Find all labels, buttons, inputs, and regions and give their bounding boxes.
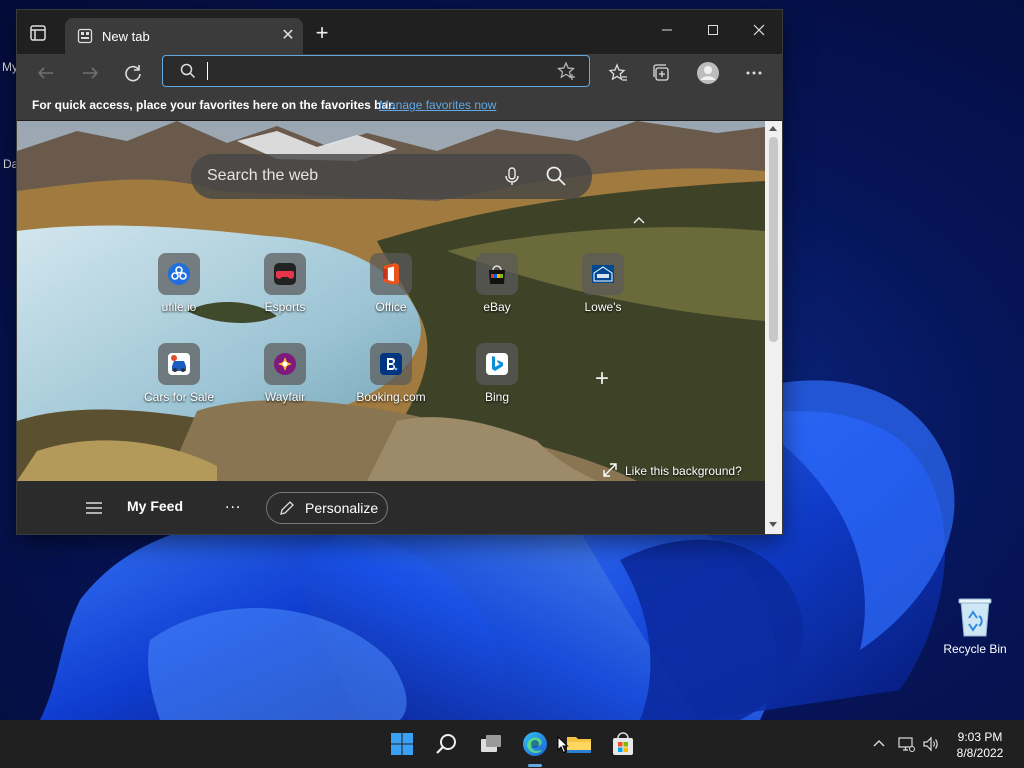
forward-button[interactable] — [77, 60, 103, 86]
title-bar: New tab ✕ + — [17, 10, 782, 54]
web-search-box[interactable]: Search the web — [191, 154, 592, 199]
search-icon — [179, 62, 197, 85]
add-site-plus-icon[interactable]: + — [591, 367, 613, 391]
tab-title: New tab — [102, 29, 150, 44]
wayfair-icon — [264, 343, 306, 385]
new-tab-page: Search the web ufile.io Esports Office e… — [17, 121, 765, 534]
profile-avatar[interactable] — [695, 60, 721, 86]
address-bar[interactable] — [162, 55, 590, 87]
quick-link-label: Cars for Sale — [143, 390, 215, 404]
settings-more-button[interactable] — [741, 60, 767, 86]
taskbar: 9:03 PM 8/8/2022 — [0, 720, 1024, 768]
mouse-cursor-icon — [557, 735, 569, 754]
search-icon[interactable] — [433, 730, 461, 758]
minimize-button[interactable] — [657, 22, 677, 42]
scroll-up-arrow-icon[interactable] — [769, 126, 777, 131]
ebay-icon — [476, 253, 518, 295]
favorites-bar-message: For quick access, place your favorites h… — [32, 98, 396, 112]
start-windows-icon[interactable] — [388, 730, 416, 758]
menu-hamburger-icon[interactable] — [85, 501, 103, 515]
new-tab-button[interactable]: + — [312, 22, 332, 44]
collections-button[interactable] — [649, 60, 675, 86]
cars-icon — [158, 343, 200, 385]
clock-date: 8/8/2022 — [956, 746, 1004, 760]
pencil-icon — [279, 500, 295, 516]
office-icon — [370, 253, 412, 295]
text-cursor — [207, 62, 208, 80]
scrollbar-thumb[interactable] — [769, 137, 778, 342]
favorites-button[interactable] — [605, 60, 631, 86]
quick-link-cars-for-sale[interactable]: Cars for Sale — [134, 343, 224, 404]
personalize-button[interactable]: Personalize — [266, 492, 388, 524]
quick-link-esports[interactable]: Esports — [240, 253, 330, 314]
quick-link-label: Lowe's — [584, 300, 622, 314]
esports-icon — [264, 253, 306, 295]
quick-link-label: Office — [375, 300, 407, 314]
bing-icon — [476, 343, 518, 385]
chevron-up-icon[interactable] — [629, 213, 649, 227]
like-background-label: Like this background? — [625, 464, 742, 478]
scroll-down-arrow-icon[interactable] — [769, 522, 777, 527]
close-window-button[interactable] — [749, 22, 769, 42]
quick-link-label: ufile.io — [161, 300, 197, 314]
quick-link-label: Booking.com — [356, 390, 426, 404]
quick-link-wayfair[interactable]: Wayfair — [240, 343, 330, 404]
favorites-bar: For quick access, place your favorites h… — [17, 92, 782, 120]
ufile-icon — [158, 253, 200, 295]
recycle-bin-label: Recycle Bin — [943, 642, 1007, 656]
quick-link-ebay[interactable]: eBay — [452, 253, 542, 314]
my-feed-tab[interactable]: My Feed — [127, 498, 183, 514]
tab-actions-icon[interactable] — [27, 22, 49, 44]
quick-link-label: Wayfair — [264, 390, 306, 404]
edge-browser-window: New tab ✕ + For quick access, place your… — [17, 10, 782, 534]
quick-link-office[interactable]: Office — [346, 253, 436, 314]
recycle-bin-icon — [957, 596, 993, 638]
maximize-button[interactable] — [703, 22, 723, 42]
more-options-button[interactable]: ... — [225, 495, 241, 513]
clock-time: 9:03 PM — [957, 730, 1003, 744]
microsoft-store-icon[interactable] — [609, 730, 637, 758]
system-clock[interactable]: 9:03 PM 8/8/2022 — [946, 729, 1014, 761]
active-app-indicator — [528, 764, 542, 767]
manage-favorites-link[interactable]: Manage favorites now — [379, 98, 496, 112]
chevron-up-icon[interactable] — [870, 735, 888, 753]
quick-link-label: eBay — [483, 300, 511, 314]
address-input[interactable] — [207, 61, 541, 83]
recycle-bin[interactable]: Recycle Bin — [940, 596, 1010, 656]
search-icon[interactable] — [545, 165, 567, 187]
quick-link-bing[interactable]: Bing — [452, 343, 542, 404]
volume-icon[interactable] — [922, 735, 940, 753]
back-button[interactable] — [33, 60, 59, 86]
quick-link-label: Bing — [484, 390, 510, 404]
microphone-icon[interactable] — [501, 165, 523, 187]
like-background-button[interactable]: Like this background? — [603, 463, 742, 478]
lowes-icon — [582, 253, 624, 295]
quick-link-ufile[interactable]: ufile.io — [134, 253, 224, 314]
quick-link-lowes[interactable]: Lowe's — [558, 253, 648, 314]
close-icon[interactable]: ✕ — [279, 27, 297, 45]
navigation-toolbar — [17, 54, 782, 92]
tab-new-tab[interactable]: New tab ✕ — [65, 18, 303, 54]
page-scrollbar[interactable] — [765, 121, 782, 534]
refresh-button[interactable] — [120, 60, 146, 86]
expand-icon — [603, 463, 617, 477]
network-icon[interactable] — [897, 735, 915, 753]
personalize-label: Personalize — [305, 500, 379, 516]
edge-browser-icon[interactable] — [521, 730, 549, 758]
new-tab-page-icon — [77, 28, 93, 44]
desktop-icon-label-fragment[interactable]: My — [2, 60, 18, 74]
file-explorer-icon[interactable] — [565, 730, 593, 758]
booking-icon — [370, 343, 412, 385]
feed-bar: My Feed ... Personalize — [17, 481, 765, 534]
quick-link-booking[interactable]: Booking.com — [346, 343, 436, 404]
add-favorite-star-icon[interactable] — [557, 61, 577, 86]
task-view-icon[interactable] — [477, 730, 505, 758]
search-placeholder: Search the web — [207, 167, 319, 184]
quick-link-label: Esports — [264, 300, 306, 314]
